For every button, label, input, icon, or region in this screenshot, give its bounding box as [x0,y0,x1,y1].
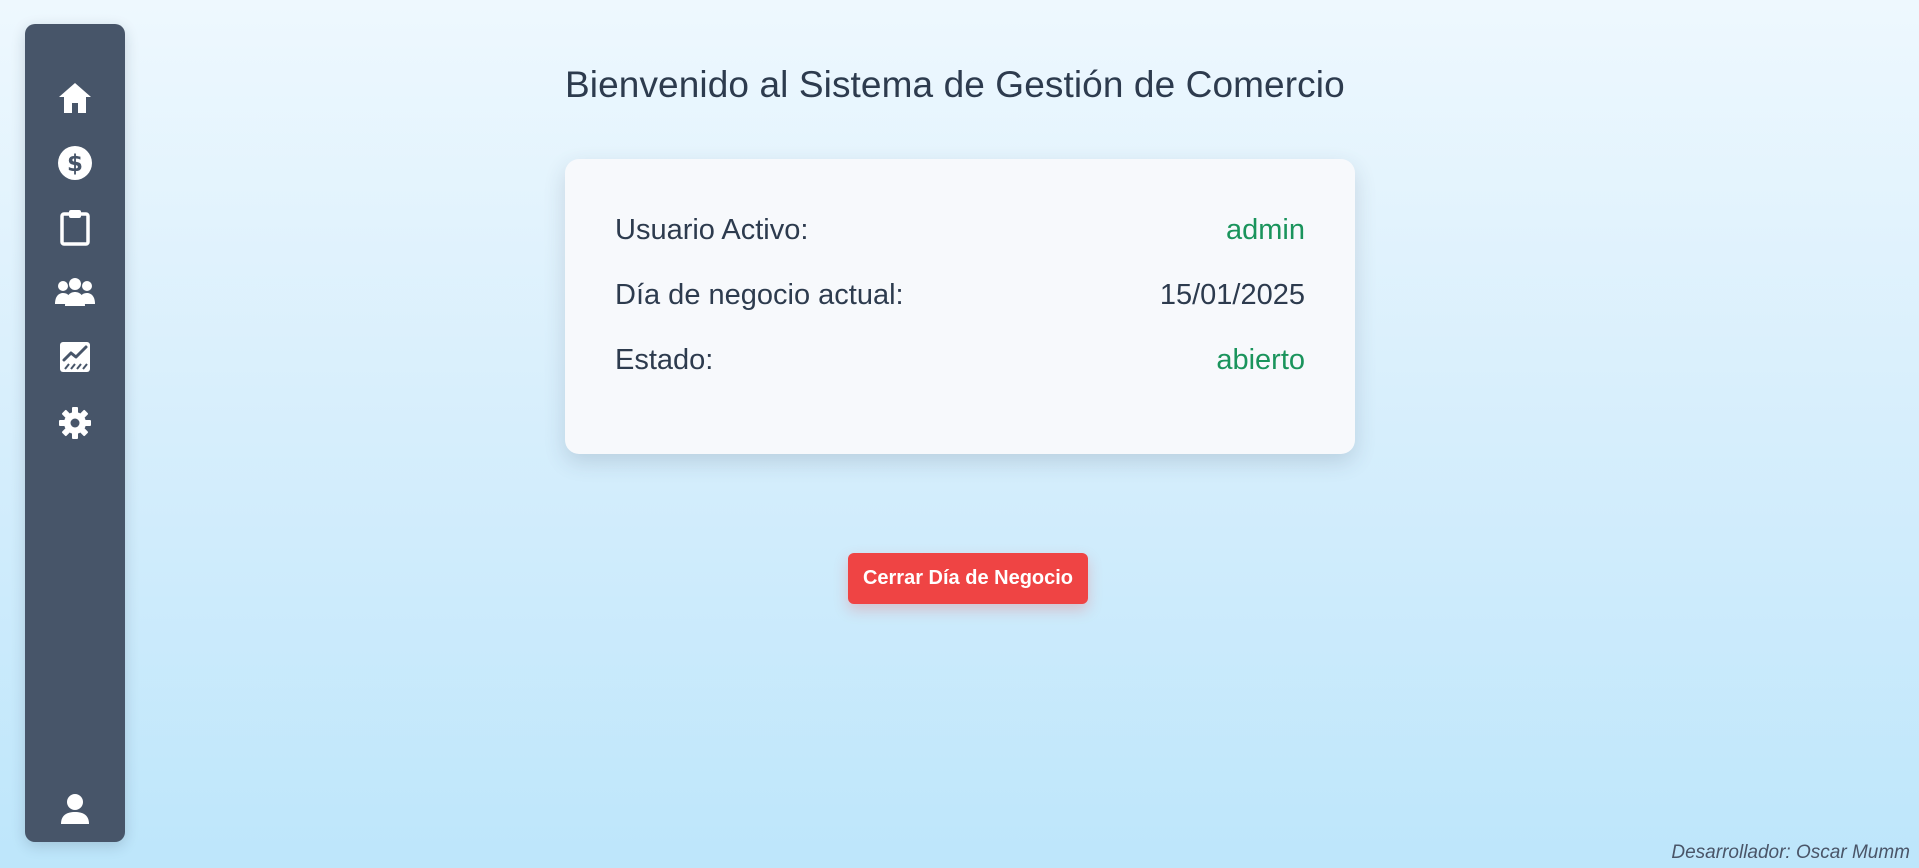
close-business-day-button[interactable]: Cerrar Día de Negocio [848,553,1088,604]
status-row: Estado: abierto [615,340,1305,380]
sidebar-item-customers[interactable] [25,267,125,317]
users-icon [55,278,95,306]
status-label: Estado: [615,343,714,376]
business-day-row: Día de negocio actual: 15/01/2025 [615,275,1305,315]
home-icon [59,83,91,113]
active-user-row: Usuario Activo: admin [615,210,1305,250]
page-title: Bienvenido al Sistema de Gestión de Come… [565,64,1345,105]
sidebar-item-sales[interactable]: $ [25,138,125,188]
sidebar: $ [25,24,125,842]
business-day-value: 15/01/2025 [1159,278,1305,311]
sidebar-item-settings[interactable] [25,398,125,448]
business-day-info-card: Usuario Activo: admin Día de negocio act… [565,159,1355,454]
status-value: abierto [1216,343,1305,376]
sidebar-item-profile[interactable] [25,784,125,834]
business-day-label: Día de negocio actual: [615,278,904,311]
chart-icon [60,342,90,372]
sidebar-item-orders[interactable] [25,202,125,252]
clipboard-icon [60,210,90,246]
svg-text:$: $ [67,151,83,177]
dollar-icon: $ [58,146,92,180]
developer-credit: Desarrollador: Oscar Mumm [1671,842,1910,863]
active-user-value: admin [1226,213,1305,246]
active-user-label: Usuario Activo: [615,213,809,246]
user-icon [61,794,89,824]
sidebar-item-home[interactable] [25,73,125,123]
sidebar-item-reports[interactable] [25,332,125,382]
gear-icon [59,407,91,439]
